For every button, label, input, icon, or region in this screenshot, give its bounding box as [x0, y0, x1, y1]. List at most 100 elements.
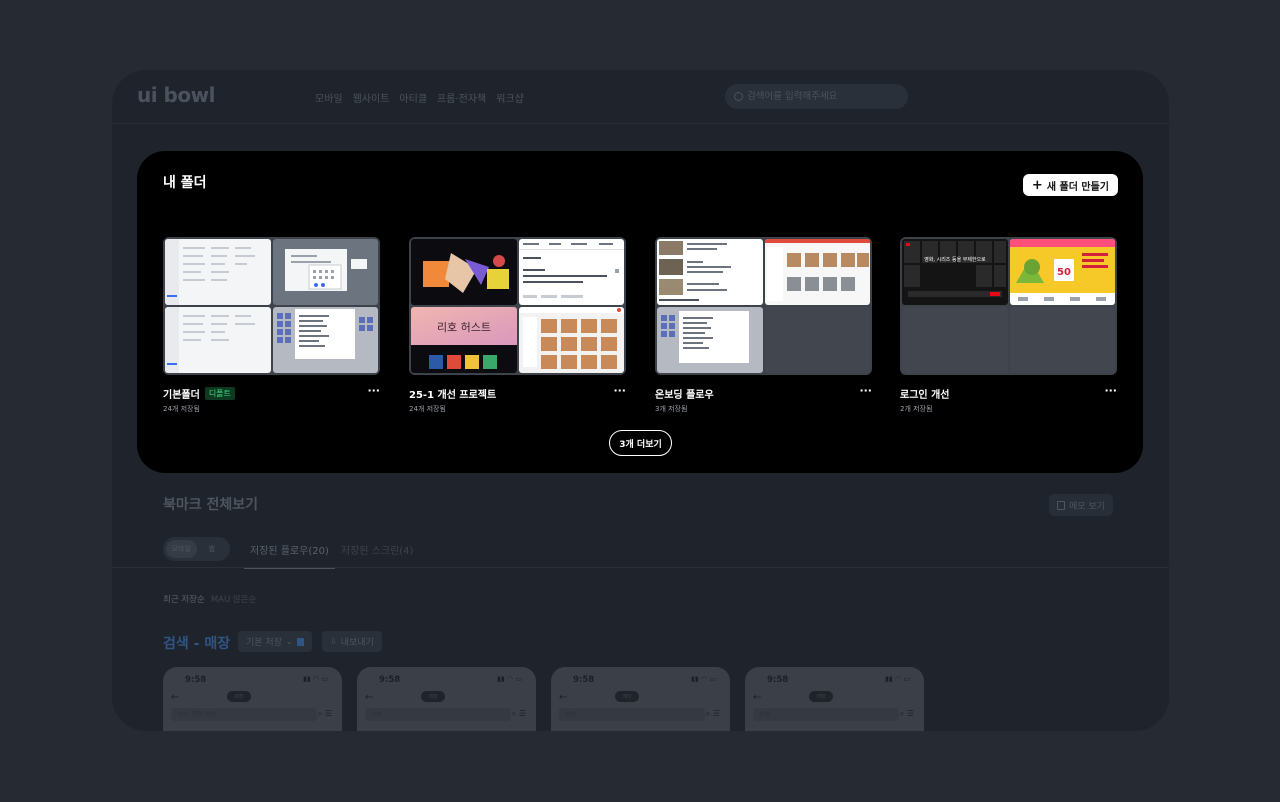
memo-icon	[1057, 500, 1065, 510]
toggle-mobile[interactable]: 모바일	[166, 540, 197, 558]
memo-button-label: 메모 보기	[1069, 501, 1105, 512]
folder-thumbnails: 리호 허스트	[409, 237, 626, 375]
folder-name: 기본폴더	[163, 389, 200, 401]
folder-count: 2개 저장됨	[900, 405, 933, 413]
nav-item-workshop[interactable]: 워크샵	[496, 90, 524, 105]
more-options-icon[interactable]: ···	[613, 384, 626, 397]
thumbnail	[764, 239, 870, 305]
folder-thumbnails	[655, 237, 872, 375]
sort-mau[interactable]: MAU 많은순	[211, 593, 257, 605]
show-more-button[interactable]: 3개 더보기	[609, 430, 672, 456]
thumbnail: 50	[1009, 239, 1115, 305]
folder-name-row: 온보딩 플로우	[655, 386, 872, 401]
thumb-event-title: 리호 허스트	[437, 321, 491, 334]
phone-search-bar: 산림	[753, 708, 899, 721]
back-arrow-icon: ←	[365, 692, 374, 703]
back-arrow-icon: ←	[559, 692, 568, 703]
more-options-icon[interactable]: ···	[367, 384, 380, 397]
thumbnail: 리호 허스트	[411, 307, 517, 373]
segment-pill: 매장	[615, 691, 639, 702]
bookmark-icon	[296, 637, 304, 646]
folder-thumbnails: 영화, 시리즈 등을 무제한으로 50	[900, 237, 1117, 375]
export-icon: ⇩	[330, 637, 337, 646]
back-arrow-icon: ←	[171, 692, 180, 703]
main-nav: 모바일 웹사이트 아티클 프롬·전자책 워크샵	[315, 90, 524, 105]
thumbnail	[411, 239, 517, 305]
phone-screen-4[interactable]: 9:58 ▮▮ ◠ ▭ ← 매장 산림 ⌕ ☰	[745, 667, 924, 731]
folder-name-row: 25-1 개선 프로젝트	[409, 386, 626, 401]
thumbnail	[272, 307, 378, 373]
thumbnail	[657, 307, 763, 373]
filter-icon: ⌕ ☰	[317, 709, 332, 718]
modal-title: 내 폴더	[163, 175, 207, 191]
folder-card-login[interactable]: 영화, 시리즈 등을 무제한으로 50 로그인 개선 ··· 2개 저장됨	[900, 237, 1117, 414]
search-input[interactable]	[747, 91, 897, 102]
new-folder-label: 새 폴더 만들기	[1046, 181, 1109, 193]
logo[interactable]: ui bowl	[137, 83, 215, 107]
new-folder-button[interactable]: + 새 폴더 만들기	[1022, 174, 1118, 196]
bookmark-tabs: 저장된 플로우(20) 저장된 스크린(4)	[244, 536, 419, 569]
export-label: 내보내기	[340, 638, 374, 648]
flow-title[interactable]: 검색 - 매장	[163, 633, 230, 653]
toggle-web[interactable]: 웹	[197, 540, 228, 558]
memo-button[interactable]: 메모 보기	[1049, 494, 1113, 516]
thumbnail	[518, 239, 624, 305]
more-options-icon[interactable]: ···	[1104, 384, 1117, 397]
plus-icon: +	[1031, 177, 1043, 193]
empty-thumbnail	[1009, 307, 1115, 373]
back-arrow-icon: ←	[753, 692, 762, 703]
phone-screen-3[interactable]: 9:58 ▮▮ ◠ ▭ ← 매장 산림 ⌕ ☰	[551, 667, 730, 731]
empty-thumbnail	[764, 307, 870, 373]
search-icon	[734, 92, 743, 101]
thumbnail	[518, 307, 624, 373]
thumb-promo-number: 50	[1057, 267, 1071, 278]
segment-pill: 매장	[809, 691, 833, 702]
chevron-down-icon: ⌄	[285, 637, 293, 646]
filter-icon: ⌕ ☰	[511, 709, 526, 718]
phone-search-bar: 식당, 카페 검색	[171, 708, 317, 721]
nav-item-article[interactable]: 아티클	[399, 90, 427, 105]
phone-time: 9:58	[767, 675, 789, 685]
tab-saved-flows[interactable]: 저장된 플로우(20)	[244, 536, 335, 569]
phone-screen-1[interactable]: 9:58 ▮▮ ◠ ▭ ← 매장 식당, 카페 검색 ⌕ ☰	[163, 667, 342, 731]
folder-name-row: 로그인 개선	[900, 386, 1117, 401]
thumbnail	[165, 307, 271, 373]
folder-card-project[interactable]: 리호 허스트 25-1 개선 프로젝트 ··· 24개 저장됨	[409, 237, 626, 414]
folder-card-default[interactable]: 기본폴더 디폴트 ··· 24개 저장됨	[163, 237, 380, 414]
segment-pill: 매장	[227, 691, 251, 702]
phone-search-bar: 산림	[559, 708, 705, 721]
status-icons: ▮▮ ◠ ▭	[691, 675, 716, 683]
filter-icon: ⌕ ☰	[899, 709, 914, 718]
bookmark-title: 북마크 전체보기	[163, 497, 259, 513]
folder-name: 25-1 개선 프로젝트	[409, 389, 497, 401]
phone-time: 9:58	[379, 675, 401, 685]
platform-toggle[interactable]: 모바일 웹	[163, 537, 230, 561]
thumbnail	[165, 239, 271, 305]
phone-screen-2[interactable]: 9:58 ▮▮ ◠ ▭ ← 매장 산림 ⌕ ☰	[357, 667, 536, 731]
default-badge: 디폴트	[204, 386, 235, 400]
export-button[interactable]: ⇩ 내보내기	[322, 631, 382, 652]
more-options-icon[interactable]: ···	[859, 384, 872, 397]
folder-count: 3개 저장됨	[655, 405, 688, 413]
divider	[112, 567, 1169, 568]
sort-recent[interactable]: 최근 저장순	[163, 593, 205, 605]
segment-pill: 매장	[421, 691, 445, 702]
search-bar[interactable]	[725, 84, 908, 109]
nav-item-mobile[interactable]: 모바일	[315, 90, 343, 105]
nav-item-website[interactable]: 웹사이트	[353, 90, 390, 105]
empty-thumbnail	[902, 307, 1008, 373]
tab-saved-screens[interactable]: 저장된 스크린(4)	[335, 536, 420, 569]
basic-save-dropdown[interactable]: 기본 저장 ⌄	[238, 631, 312, 652]
basic-save-label: 기본 저장	[246, 638, 282, 648]
phone-time: 9:58	[573, 675, 595, 685]
folder-card-onboarding[interactable]: 온보딩 플로우 ··· 3개 저장됨	[655, 237, 872, 414]
status-icons: ▮▮ ◠ ▭	[303, 675, 328, 683]
my-folders-modal: 내 폴더 + 새 폴더 만들기 기본폴더 디폴트 ··· 24개 저장됨 리호 …	[137, 151, 1143, 473]
thumb-login-headline: 영화, 시리즈 등을 무제한으로	[924, 256, 986, 263]
nav-item-ebook[interactable]: 프롬·전자책	[437, 90, 486, 105]
folder-thumbnails	[163, 237, 380, 375]
folder-count: 24개 저장됨	[409, 405, 446, 413]
phone-time: 9:58	[185, 675, 207, 685]
sort-options: 최근 저장순 MAU 많은순	[163, 593, 256, 605]
status-icons: ▮▮ ◠ ▭	[885, 675, 910, 683]
